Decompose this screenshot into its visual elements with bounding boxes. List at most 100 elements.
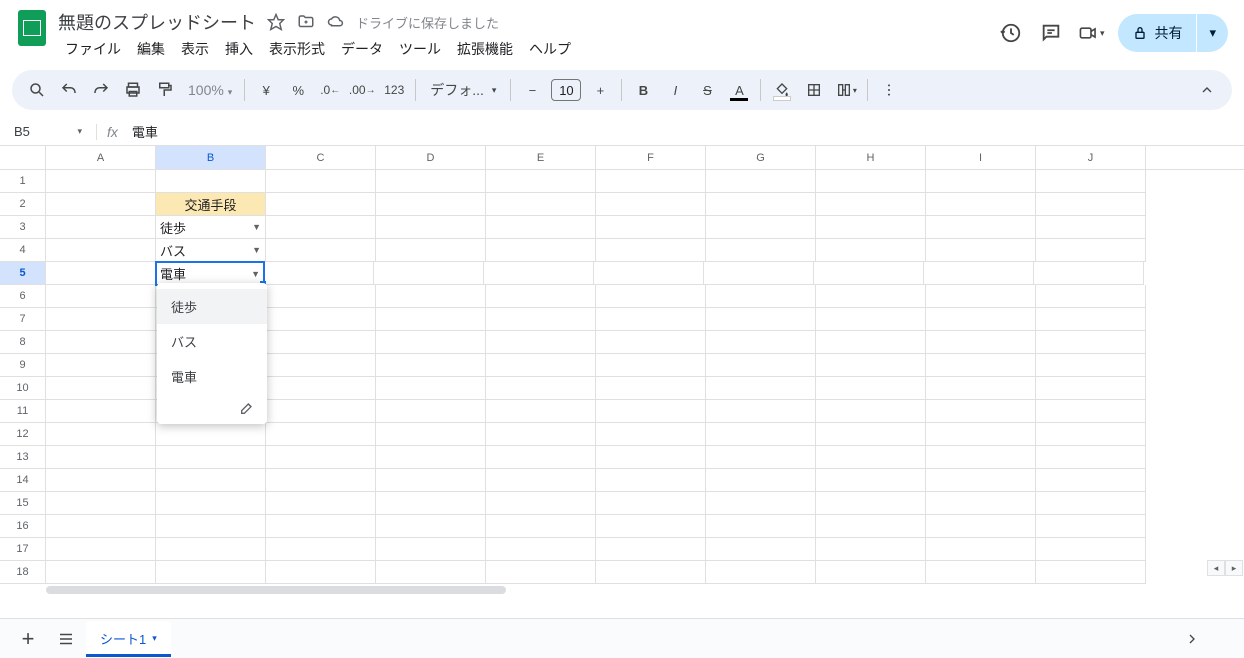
cell-B13[interactable] (156, 446, 266, 469)
cell-H2[interactable] (816, 193, 926, 216)
cell-A11[interactable] (46, 400, 156, 423)
cell-E3[interactable] (486, 216, 596, 239)
cell-H1[interactable] (816, 170, 926, 193)
cell-C17[interactable] (266, 538, 376, 561)
cell-F4[interactable] (596, 239, 706, 262)
cell-D11[interactable] (376, 400, 486, 423)
cell-A16[interactable] (46, 515, 156, 538)
cell-J18[interactable] (1036, 561, 1146, 584)
history-icon[interactable] (998, 20, 1024, 46)
cell-B16[interactable] (156, 515, 266, 538)
cell-H16[interactable] (816, 515, 926, 538)
cell-B3[interactable]: 徒歩▼ (156, 216, 266, 239)
decrease-font-icon[interactable]: − (517, 75, 547, 105)
row-header-11[interactable]: 11 (0, 400, 46, 423)
cell-G2[interactable] (706, 193, 816, 216)
cell-D17[interactable] (376, 538, 486, 561)
cell-B2[interactable]: 交通手段 (156, 193, 266, 216)
cell-D9[interactable] (376, 354, 486, 377)
cloud-saved-icon[interactable] (326, 12, 346, 32)
cell-H14[interactable] (816, 469, 926, 492)
cell-I2[interactable] (926, 193, 1036, 216)
percent-icon[interactable]: % (283, 75, 313, 105)
borders-icon[interactable] (799, 75, 829, 105)
menu-file[interactable]: ファイル (58, 37, 128, 61)
decrease-decimal-icon[interactable]: .0← (315, 75, 345, 105)
cell-J3[interactable] (1036, 216, 1146, 239)
menu-insert[interactable]: 挿入 (218, 37, 260, 61)
cell-I9[interactable] (926, 354, 1036, 377)
cell-J11[interactable] (1036, 400, 1146, 423)
cell-G6[interactable] (706, 285, 816, 308)
cell-J17[interactable] (1036, 538, 1146, 561)
cell-G5[interactable] (704, 262, 814, 285)
cell-B14[interactable] (156, 469, 266, 492)
row-header-18[interactable]: 18 (0, 561, 46, 584)
cell-E1[interactable] (486, 170, 596, 193)
cell-I17[interactable] (926, 538, 1036, 561)
col-header-F[interactable]: F (596, 146, 706, 169)
cell-D3[interactable] (376, 216, 486, 239)
col-header-A[interactable]: A (46, 146, 156, 169)
cell-F10[interactable] (596, 377, 706, 400)
cell-G11[interactable] (706, 400, 816, 423)
cell-E9[interactable] (486, 354, 596, 377)
cell-I13[interactable] (926, 446, 1036, 469)
cell-F5[interactable] (594, 262, 704, 285)
cell-F2[interactable] (596, 193, 706, 216)
collapse-toolbar-icon[interactable] (1192, 75, 1222, 105)
share-dropdown[interactable]: ▾ (1197, 14, 1228, 52)
cell-J4[interactable] (1036, 239, 1146, 262)
cell-D6[interactable] (376, 285, 486, 308)
cell-A5[interactable] (46, 262, 156, 285)
dropdown-option[interactable]: バス (157, 324, 267, 359)
scroll-right-icon[interactable]: ▸ (1225, 560, 1243, 576)
cell-J15[interactable] (1036, 492, 1146, 515)
cell-I16[interactable] (926, 515, 1036, 538)
cell-F11[interactable] (596, 400, 706, 423)
col-header-C[interactable]: C (266, 146, 376, 169)
cell-H17[interactable] (816, 538, 926, 561)
more-icon[interactable] (874, 75, 904, 105)
cell-H11[interactable] (816, 400, 926, 423)
cell-A3[interactable] (46, 216, 156, 239)
row-header-13[interactable]: 13 (0, 446, 46, 469)
row-header-8[interactable]: 8 (0, 331, 46, 354)
cell-C5[interactable] (264, 262, 374, 285)
cell-C1[interactable] (266, 170, 376, 193)
horizontal-scrollbar[interactable] (0, 584, 1244, 596)
col-header-E[interactable]: E (486, 146, 596, 169)
cell-H12[interactable] (816, 423, 926, 446)
menu-format[interactable]: 表示形式 (262, 37, 332, 61)
cell-A9[interactable] (46, 354, 156, 377)
row-header-7[interactable]: 7 (0, 308, 46, 331)
italic-icon[interactable]: I (660, 75, 690, 105)
cell-I14[interactable] (926, 469, 1036, 492)
cell-J10[interactable] (1036, 377, 1146, 400)
cell-J14[interactable] (1036, 469, 1146, 492)
cell-J13[interactable] (1036, 446, 1146, 469)
cell-C11[interactable] (266, 400, 376, 423)
cell-A7[interactable] (46, 308, 156, 331)
cell-G17[interactable] (706, 538, 816, 561)
row-header-9[interactable]: 9 (0, 354, 46, 377)
cell-A6[interactable] (46, 285, 156, 308)
row-header-1[interactable]: 1 (0, 170, 46, 193)
select-all-corner[interactable] (0, 146, 46, 169)
cell-A17[interactable] (46, 538, 156, 561)
cell-B12[interactable] (156, 423, 266, 446)
share-button[interactable]: 共有 (1118, 14, 1196, 52)
cell-H6[interactable] (816, 285, 926, 308)
all-sheets-icon[interactable] (48, 621, 84, 657)
cell-I8[interactable] (926, 331, 1036, 354)
cell-H9[interactable] (816, 354, 926, 377)
cell-F1[interactable] (596, 170, 706, 193)
cell-G7[interactable] (706, 308, 816, 331)
cell-A12[interactable] (46, 423, 156, 446)
cell-D2[interactable] (376, 193, 486, 216)
cell-C9[interactable] (266, 354, 376, 377)
cell-J5[interactable] (1034, 262, 1144, 285)
cell-E11[interactable] (486, 400, 596, 423)
col-header-I[interactable]: I (926, 146, 1036, 169)
cell-A13[interactable] (46, 446, 156, 469)
